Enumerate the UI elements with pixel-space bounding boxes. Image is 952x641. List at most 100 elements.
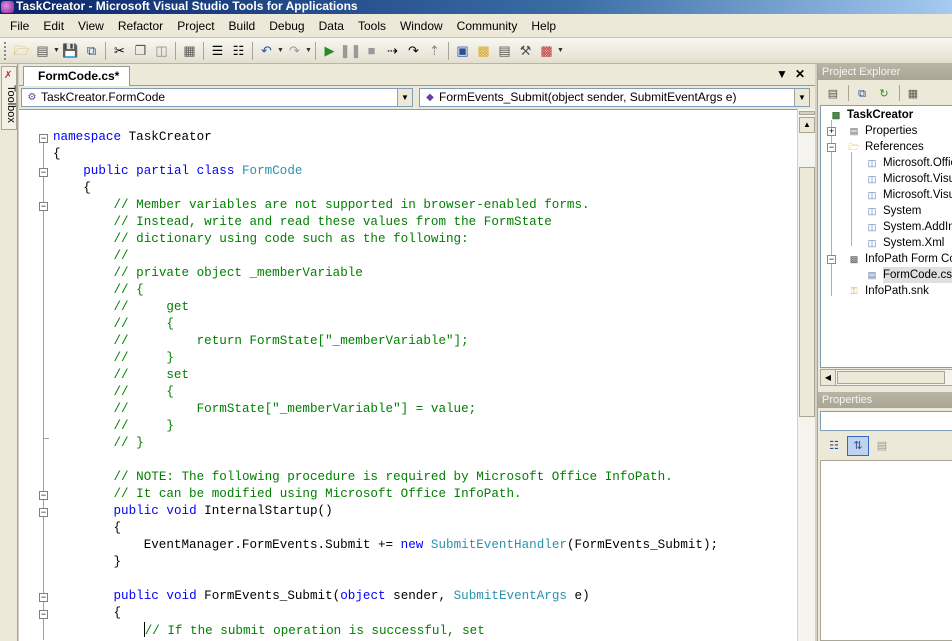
- collapse-icon[interactable]: −: [39, 491, 48, 500]
- document-tab[interactable]: FormCode.cs*: [23, 66, 131, 87]
- code-token: e): [566, 589, 590, 603]
- toolbar-grip[interactable]: [4, 41, 7, 60]
- tree-node-reference[interactable]: ◫ Microsoft.Office: [865, 155, 952, 171]
- collapse-icon[interactable]: −: [39, 168, 48, 177]
- menu-build[interactable]: Build: [222, 14, 263, 38]
- menu-edit[interactable]: Edit: [36, 14, 71, 38]
- start-debugging-icon[interactable]: ▶: [319, 41, 340, 61]
- collapse-icon[interactable]: −: [39, 508, 48, 517]
- collapse-icon[interactable]: −: [39, 610, 48, 619]
- code-line: {: [53, 605, 718, 622]
- cut-icon[interactable]: ✂: [109, 41, 130, 61]
- object-selector-dropdown[interactable]: [820, 411, 952, 431]
- redo-dropdown-icon[interactable]: ▼: [305, 47, 312, 54]
- splitter-handle[interactable]: [799, 111, 815, 115]
- properties-icon[interactable]: ▤: [823, 84, 843, 102]
- collapse-icon[interactable]: −: [827, 255, 836, 264]
- stop-icon[interactable]: ■: [361, 41, 382, 61]
- collapse-icon[interactable]: −: [39, 202, 48, 211]
- properties-window-icon[interactable]: ▤: [494, 41, 515, 61]
- horizontal-scrollbar[interactable]: ◀: [820, 369, 952, 386]
- tree-node-references[interactable]: 🗁 References: [847, 139, 923, 155]
- undo-icon[interactable]: ↶: [256, 41, 277, 61]
- pause-icon[interactable]: ❚❚: [340, 41, 362, 61]
- scrollbar-thumb[interactable]: [837, 371, 945, 384]
- toolbox-window-icon[interactable]: ▩: [536, 41, 557, 61]
- add-item-icon[interactable]: ▤: [32, 41, 53, 61]
- property-grid[interactable]: [820, 460, 952, 641]
- find-icon[interactable]: ▦: [179, 41, 200, 61]
- add-item-dropdown-icon[interactable]: ▼: [53, 47, 60, 54]
- show-all-files-icon[interactable]: ⧉: [852, 84, 872, 102]
- open-folder-icon[interactable]: 🗁: [11, 41, 32, 61]
- uncomment-icon[interactable]: ☷: [228, 41, 249, 61]
- find-in-files-icon[interactable]: ▣: [452, 41, 473, 61]
- menu-debug[interactable]: Debug: [262, 14, 311, 38]
- tools-icon[interactable]: ⚒: [515, 41, 536, 61]
- code-text-area[interactable]: − − − − − − − namespace TaskCreator{ pub…: [19, 109, 797, 641]
- indicator-margin[interactable]: [19, 110, 39, 641]
- menu-refactor[interactable]: Refactor: [111, 14, 170, 38]
- redo-icon[interactable]: ↷: [284, 41, 305, 61]
- step-over-icon[interactable]: ↷: [403, 41, 424, 61]
- alphabetical-icon[interactable]: ⇅: [847, 436, 869, 456]
- member-dropdown[interactable]: ◆ FormEvents_Submit(object sender, Submi…: [419, 88, 810, 107]
- step-out-icon[interactable]: ⇡: [424, 41, 445, 61]
- tree-node-reference[interactable]: ◫ System.AddIn: [865, 219, 952, 235]
- comment-icon[interactable]: ☰: [207, 41, 228, 61]
- property-pages-icon[interactable]: ▤: [871, 436, 893, 456]
- save-all-icon[interactable]: ⧉: [81, 41, 102, 61]
- code-token: TaskCreator: [121, 130, 212, 144]
- menu-project[interactable]: Project: [170, 14, 221, 38]
- solution-explorer-icon[interactable]: ▩: [473, 41, 494, 61]
- expand-icon[interactable]: +: [827, 127, 836, 136]
- toolbar-options-icon[interactable]: ▼: [557, 47, 564, 54]
- scroll-left-icon[interactable]: ◀: [821, 370, 836, 385]
- tree-node-snk[interactable]: ⚿ InfoPath.snk: [847, 283, 929, 299]
- type-dropdown[interactable]: ⚙ TaskCreator.FormCode ▼: [21, 88, 413, 107]
- step-into-icon[interactable]: ⇢: [382, 41, 403, 61]
- categorized-icon[interactable]: ☷: [823, 436, 845, 456]
- chevron-down-icon[interactable]: ▼: [794, 89, 809, 106]
- tree-node-reference[interactable]: ◫ System: [865, 203, 922, 219]
- paste-icon[interactable]: ◫: [151, 41, 172, 61]
- scrollbar-thumb[interactable]: [799, 167, 815, 417]
- cs-file-icon: ▤: [867, 270, 877, 280]
- chevron-down-icon[interactable]: ▼: [397, 89, 412, 106]
- vertical-scrollbar[interactable]: ▲: [797, 109, 815, 641]
- copy-icon[interactable]: ❐: [130, 41, 151, 61]
- menu-view[interactable]: View: [71, 14, 111, 38]
- tree-node-reference[interactable]: ◫ Microsoft.Visual: [865, 187, 952, 203]
- tree-node-infopath-form[interactable]: ▩ InfoPath Form Co: [847, 251, 952, 267]
- collapse-icon[interactable]: −: [827, 143, 836, 152]
- collapse-icon[interactable]: −: [39, 134, 48, 143]
- view-code-icon[interactable]: ▦: [903, 84, 923, 102]
- close-icon[interactable]: ✕: [795, 67, 805, 81]
- code-token: EventManager.FormEvents.Submit +=: [53, 538, 401, 552]
- tree-node-formcode[interactable]: ▤ FormCode.cs: [865, 267, 952, 283]
- menu-community[interactable]: Community: [450, 14, 525, 38]
- reference-icon: ◫: [867, 190, 877, 200]
- active-files-dropdown-icon[interactable]: ▼: [776, 67, 788, 81]
- menu-tools[interactable]: Tools: [351, 14, 393, 38]
- refresh-icon[interactable]: ↻: [874, 84, 894, 102]
- menu-data[interactable]: Data: [312, 14, 351, 38]
- collapse-icon[interactable]: −: [39, 593, 48, 602]
- scroll-up-icon[interactable]: ▲: [799, 117, 815, 133]
- undo-dropdown-icon[interactable]: ▼: [277, 47, 284, 54]
- tree-node-properties[interactable]: ▤ Properties: [847, 123, 918, 139]
- tree-node-project[interactable]: ▩ TaskCreator: [829, 107, 914, 123]
- tree-node-reference[interactable]: ◫ System.Xml: [865, 235, 945, 251]
- menu-file[interactable]: File: [3, 14, 36, 38]
- code-comment: // return FormState["_memberVariable"];: [113, 334, 469, 348]
- save-icon[interactable]: 💾: [60, 41, 81, 61]
- toolbox-tab[interactable]: ✗ Toolbox: [1, 66, 17, 130]
- menu-help[interactable]: Help: [524, 14, 563, 38]
- menu-window[interactable]: Window: [393, 14, 450, 38]
- tree-node-reference[interactable]: ◫ Microsoft.Visual: [865, 171, 952, 187]
- code-line: public void FormEvents_Submit(object sen…: [53, 588, 718, 605]
